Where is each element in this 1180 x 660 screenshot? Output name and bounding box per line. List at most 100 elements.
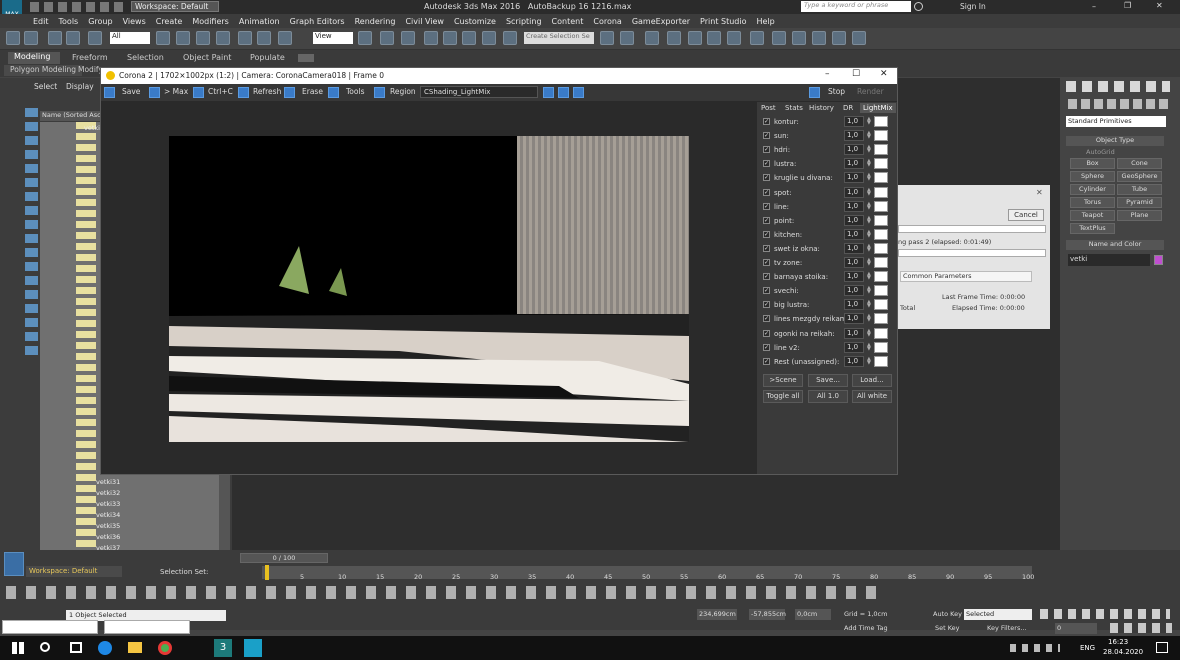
lightmix-row[interactable]: ✓ lustra: 1,0 ▲ ▼: [763, 158, 891, 171]
object-color-swatch[interactable]: [1154, 255, 1163, 265]
lightmix-color-swatch[interactable]: [874, 341, 888, 353]
lightmix-intensity-field[interactable]: 1,0: [844, 116, 864, 127]
menu-animation[interactable]: Animation: [234, 17, 285, 26]
render-iterative-icon[interactable]: [812, 31, 826, 45]
menu-graph-editors[interactable]: Graph Editors: [285, 17, 350, 26]
command-panel-tabs[interactable]: [1066, 81, 1170, 92]
view-dropdown[interactable]: View: [313, 32, 353, 44]
menu-modifiers[interactable]: Modifiers: [187, 17, 234, 26]
lightmix-intensity-field[interactable]: 1,0: [844, 355, 864, 367]
rotate-icon[interactable]: [257, 31, 271, 45]
schematic-icon[interactable]: [707, 31, 721, 45]
scale-icon[interactable]: [278, 31, 292, 45]
viewport-nav-icons[interactable]: [1110, 623, 1172, 633]
tray-icons[interactable]: [1010, 644, 1060, 652]
lightmix-color-swatch[interactable]: [874, 355, 888, 367]
add-time-tag-button[interactable]: Add Time Tag: [844, 624, 888, 632]
lightmix-spinner[interactable]: ▲ ▼: [867, 159, 871, 168]
lightmix-intensity-field[interactable]: 1,0: [844, 158, 864, 170]
lightmix-color-swatch[interactable]: [874, 285, 888, 297]
cone-button[interactable]: Cone: [1117, 158, 1162, 169]
lightmix-spinner[interactable]: ▲ ▼: [867, 243, 871, 252]
ribbon-tab-object-paint[interactable]: Object Paint: [177, 53, 237, 64]
zoom-fit-icon[interactable]: [573, 87, 584, 98]
render-activeshade-icon[interactable]: [832, 31, 846, 45]
lightmix-intensity-field[interactable]: 1,0: [844, 144, 864, 156]
menu-edit[interactable]: Edit: [28, 17, 54, 26]
lightmix-intensity-field[interactable]: 1,0: [844, 313, 864, 325]
all-white-button[interactable]: All white: [852, 390, 892, 403]
key-mode-dropdown[interactable]: Selected: [964, 609, 1032, 620]
select-manipulate-icon[interactable]: [380, 31, 394, 45]
lightmix-row[interactable]: ✓ sun: 1,0 ▲ ▼: [763, 130, 891, 143]
spinner-snap-icon[interactable]: [482, 31, 496, 45]
lightmix-row[interactable]: ✓ point: 1,0 ▲ ▼: [763, 214, 891, 228]
tools-icon[interactable]: [328, 87, 339, 98]
edge-icon[interactable]: [98, 641, 112, 655]
set-key-button[interactable]: Set Key: [935, 624, 960, 632]
erase-icon[interactable]: [284, 87, 295, 98]
lightmix-row[interactable]: ✓ barnaya stoika: 1,0 ▲ ▼: [763, 271, 891, 284]
render-cloud-icon[interactable]: [852, 31, 866, 45]
scene-tab-select[interactable]: Select: [34, 82, 57, 91]
all-1-button[interactable]: All 1.0: [808, 390, 848, 403]
menu-print-studio[interactable]: Print Studio: [695, 17, 751, 26]
lightmix-intensity-field[interactable]: 1,0: [844, 242, 864, 254]
mirror-icon[interactable]: [600, 31, 614, 45]
lightmix-color-swatch[interactable]: [874, 200, 888, 212]
lightmix-checkbox[interactable]: ✓: [763, 146, 770, 154]
name-and-color-rollout[interactable]: Name and Color: [1066, 240, 1164, 250]
toggle-all-button[interactable]: Toggle all: [763, 390, 803, 403]
lightmix-checkbox[interactable]: ✓: [763, 174, 770, 182]
lightmix-checkbox[interactable]: ✓: [763, 118, 770, 125]
x-coordinate[interactable]: 234,699cm: [697, 609, 737, 620]
layers-icon[interactable]: [645, 31, 659, 45]
bind-icon[interactable]: [88, 31, 102, 45]
search-input[interactable]: Type a keyword or phrase: [801, 1, 911, 12]
channel-dropdown[interactable]: CShading_LightMix: [420, 86, 538, 98]
percent-snap-icon[interactable]: [462, 31, 476, 45]
material-editor-icon[interactable]: [727, 31, 741, 45]
lightmix-row[interactable]: ✓ big lustra: 1,0 ▲ ▼: [763, 299, 891, 312]
scene-list-item[interactable]: vetki36: [96, 533, 120, 541]
region-icon[interactable]: [374, 87, 385, 98]
angle-snap-icon[interactable]: [443, 31, 457, 45]
scene-list-item[interactable]: vetki33: [96, 500, 120, 508]
scene-list-item[interactable]: vetki35: [96, 522, 120, 530]
vfb-close-button[interactable]: ✕: [880, 69, 888, 79]
rendered-frame-icon[interactable]: [772, 31, 786, 45]
scene-list-item[interactable]: vetki34: [96, 511, 120, 519]
lightmix-spinner[interactable]: ▲ ▼: [867, 342, 871, 351]
playback-controls[interactable]: [1040, 609, 1170, 619]
to-max-icon[interactable]: [149, 87, 160, 98]
redo-icon[interactable]: [24, 31, 38, 45]
teapot-button[interactable]: Teapot: [1070, 210, 1115, 221]
lightmix-checkbox[interactable]: ✓: [763, 357, 770, 365]
select-icon[interactable]: [156, 31, 170, 45]
primitive-type-dropdown[interactable]: Standard Primitives: [1066, 116, 1166, 127]
box-button[interactable]: Box: [1070, 158, 1115, 169]
lightmix-row[interactable]: ✓ kruglie u divana: 1,0 ▲ ▼: [763, 172, 891, 185]
sphere-button[interactable]: Sphere: [1070, 171, 1115, 182]
refresh-button[interactable]: Refresh: [253, 87, 281, 96]
lightmix-row[interactable]: ✓ swet iz okna: 1,0 ▲ ▼: [763, 242, 891, 256]
render-button[interactable]: Render: [857, 87, 884, 96]
render-production-icon[interactable]: [792, 31, 806, 45]
chrome-icon[interactable]: [158, 641, 172, 655]
lightmix-spinner[interactable]: ▲ ▼: [867, 314, 871, 323]
lightmix-row[interactable]: ✓ lines mezgdy reikami: 1,0 ▲ ▼: [763, 313, 891, 326]
stop-icon[interactable]: [809, 87, 820, 98]
torus-button[interactable]: Torus: [1070, 197, 1115, 208]
lightmix-color-swatch[interactable]: [874, 158, 888, 170]
textplus-button[interactable]: TextPlus: [1070, 223, 1115, 234]
scene-column-header[interactable]: Name (Sorted Ascen: [40, 111, 102, 121]
lightmix-row[interactable]: ✓ svechi: 1,0 ▲ ▼: [763, 285, 891, 298]
move-icon[interactable]: [238, 31, 252, 45]
ribbon-tab-selection[interactable]: Selection: [121, 53, 170, 64]
lightmix-row[interactable]: ✓ line v2: 1,0 ▲ ▼: [763, 341, 891, 355]
lightmix-load-button[interactable]: Load...: [852, 374, 892, 387]
refresh-icon[interactable]: [238, 87, 249, 98]
lightmix-color-swatch[interactable]: [874, 172, 888, 184]
menu-rendering[interactable]: Rendering: [350, 17, 401, 26]
tools-button[interactable]: Tools: [346, 87, 364, 96]
